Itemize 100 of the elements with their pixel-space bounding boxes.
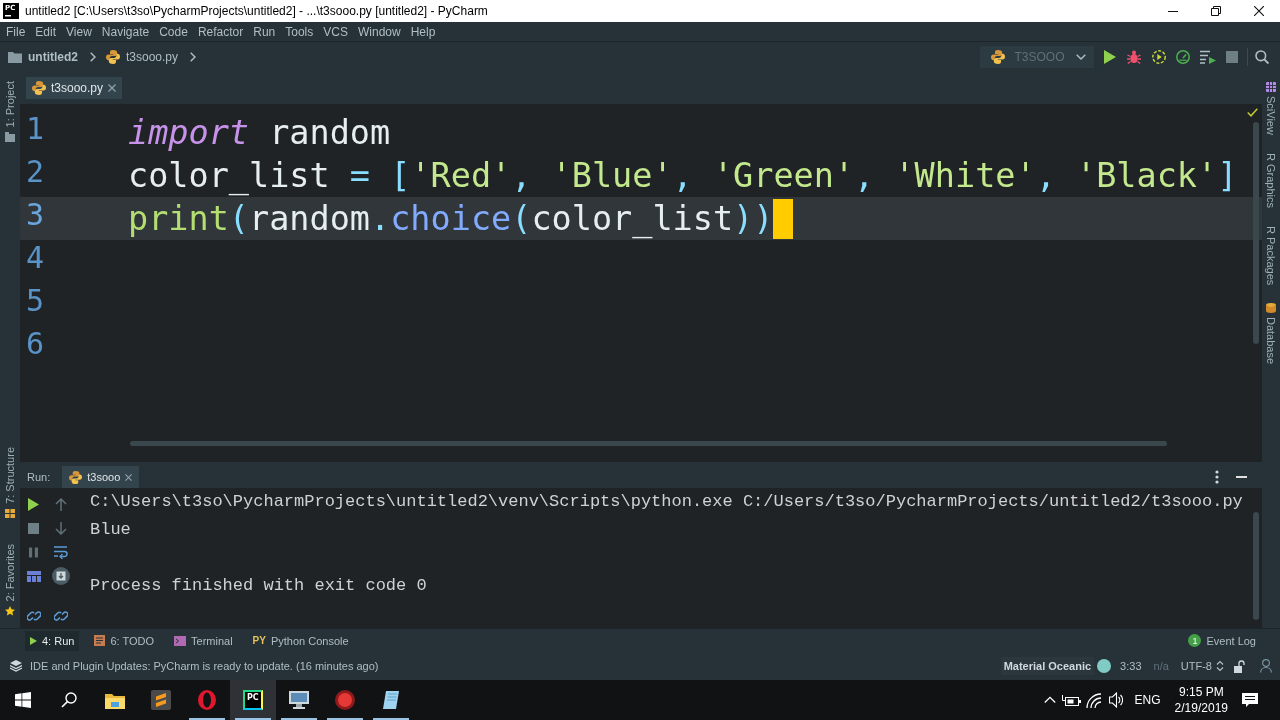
arrow-down-icon[interactable] [54,521,67,535]
soft-wrap-icon[interactable] [53,545,68,559]
tool-window-tab[interactable]: Database [1265,317,1277,365]
wifi-icon[interactable] [1086,692,1102,708]
theme-dot-icon [1097,659,1112,673]
disc-icon [335,690,355,710]
tool-window-tab[interactable]: 7: Structure [4,446,16,504]
python-file-icon [990,50,1005,64]
code-line: import random [127,113,391,152]
person-icon[interactable] [1260,659,1272,673]
notepad-icon [383,691,399,709]
more-icon[interactable] [1214,470,1219,484]
menu-item[interactable]: Code [154,24,193,39]
breadcrumb-item[interactable]: untitled2 [28,50,78,64]
tool-window-tab[interactable]: R Graphics [1265,152,1277,208]
menu-item[interactable]: Navigate [96,24,155,39]
play-icon[interactable] [1103,50,1116,64]
tool-window-button[interactable]: 4: Run [25,630,80,651]
tool-window-tab[interactable]: 2: Favorites [4,543,16,601]
link-icon[interactable] [26,609,41,623]
speaker-icon[interactable] [1108,692,1123,708]
layout-icon[interactable] [26,570,41,582]
chevron-up-icon[interactable] [1043,696,1056,704]
console-line: C:\Users\t3so\PycharmProjects\untitled2\venv\Scripts\python.exe C:/Users/t3so/PycharmProjects/untitled2/t3sooo.py [90,491,1244,513]
list-play-icon[interactable] [1199,50,1216,64]
tool-window-tab[interactable]: 1: Project [4,81,16,128]
grid-icon [1266,82,1276,92]
vertical-scrollbar[interactable] [1253,512,1259,620]
unlock-icon[interactable] [1234,659,1245,673]
tool-window-button[interactable]: Terminal [169,630,238,651]
tool-window-button[interactable]: PY Python Console [247,630,354,651]
menu-item[interactable]: Help [405,24,441,39]
event-log-button[interactable]: 1 Event Log [1188,634,1256,647]
bug-icon[interactable] [1127,50,1142,64]
stop-icon[interactable] [28,522,39,534]
updown-icon [1216,660,1224,672]
pause-icon[interactable] [29,546,38,558]
minimize-icon[interactable] [1167,10,1178,12]
app-logo: PC [243,690,263,710]
battery-icon[interactable] [1062,694,1082,706]
menu-item[interactable]: Refactor [192,24,249,39]
console-logo: PY [252,635,266,646]
folder-icon [8,51,22,63]
clock-time[interactable]: 9:15 PM [1178,684,1224,700]
menu-item[interactable]: Run [248,24,281,39]
python-file-icon [106,50,120,64]
monitor-icon [289,691,309,709]
play-icon[interactable] [28,497,39,511]
language-indicator[interactable]: ENG [1134,693,1161,707]
console-line: Process finished with exit code 0 [90,575,428,597]
tool-window-tab[interactable]: SciView [1265,96,1277,135]
horizontal-scrollbar[interactable] [130,441,1167,446]
run-tab[interactable]: t3sooo [62,466,140,488]
arrow-up-icon[interactable] [54,497,67,511]
menu-item[interactable]: Edit [30,24,62,39]
theme-name[interactable]: Material Oceanic [1000,657,1095,675]
search-icon[interactable] [61,692,77,708]
code-line: color_list = ['Red', 'Blue', 'Green', 'White', 'Black'] [127,156,1238,195]
folder-icon [5,132,15,143]
menu-item[interactable]: File [1,24,31,39]
panel-title: Run: [27,471,51,483]
breadcrumb-item[interactable]: t3sooo.py [126,50,179,64]
chevron-right-icon [190,52,197,62]
close-icon[interactable] [1253,6,1264,16]
link-icon[interactable] [53,609,68,623]
python-file-icon [69,470,83,484]
menu-item[interactable]: Window [352,24,406,39]
line-number: 5 [25,283,46,320]
restore-icon[interactable] [1210,6,1221,16]
menu-item[interactable]: Tools [280,24,319,39]
chevron-right-icon [90,52,96,62]
cursor-position[interactable]: 3:33 [1120,660,1142,672]
encoding-selector[interactable]: UTF-8 [1180,660,1224,672]
code-line: print(random.choice(color_list)) [127,199,774,238]
clock-date[interactable]: 2/19/2019 [1174,700,1228,716]
console-line: Blue [90,519,132,541]
window-panes-icon [15,692,31,708]
search-icon[interactable] [1254,50,1269,64]
coverage-icon[interactable] [1151,50,1166,64]
gauge-icon[interactable] [1176,50,1191,64]
taskbar-button[interactable]: PC [230,680,276,720]
notification-icon[interactable] [1242,693,1258,707]
stop-icon[interactable] [1226,51,1239,63]
line-number: 4 [25,240,46,277]
cylinder-icon [1266,303,1276,314]
text-editor-icon [151,690,171,710]
editor-tab[interactable]: t3sooo.py [26,77,123,99]
status-message[interactable]: IDE and Plugin Updates: PyCharm is ready to update. (16 minutes ago) [30,660,1001,672]
line-number: 6 [25,326,46,363]
terminal-icon [174,635,187,646]
tool-window-button[interactable]: 6: TODO [89,630,160,651]
minimize-icon[interactable] [1236,475,1247,479]
menu-item[interactable]: View [61,24,97,39]
menu-item[interactable]: VCS [318,24,353,39]
scroll-to-end-icon[interactable] [51,567,70,585]
tool-window-tab[interactable]: R Packages [1265,225,1277,286]
folder-icon [105,691,125,709]
vertical-scrollbar[interactable] [1253,122,1259,344]
ring-icon [198,690,216,710]
line-number: 1 [25,111,46,148]
